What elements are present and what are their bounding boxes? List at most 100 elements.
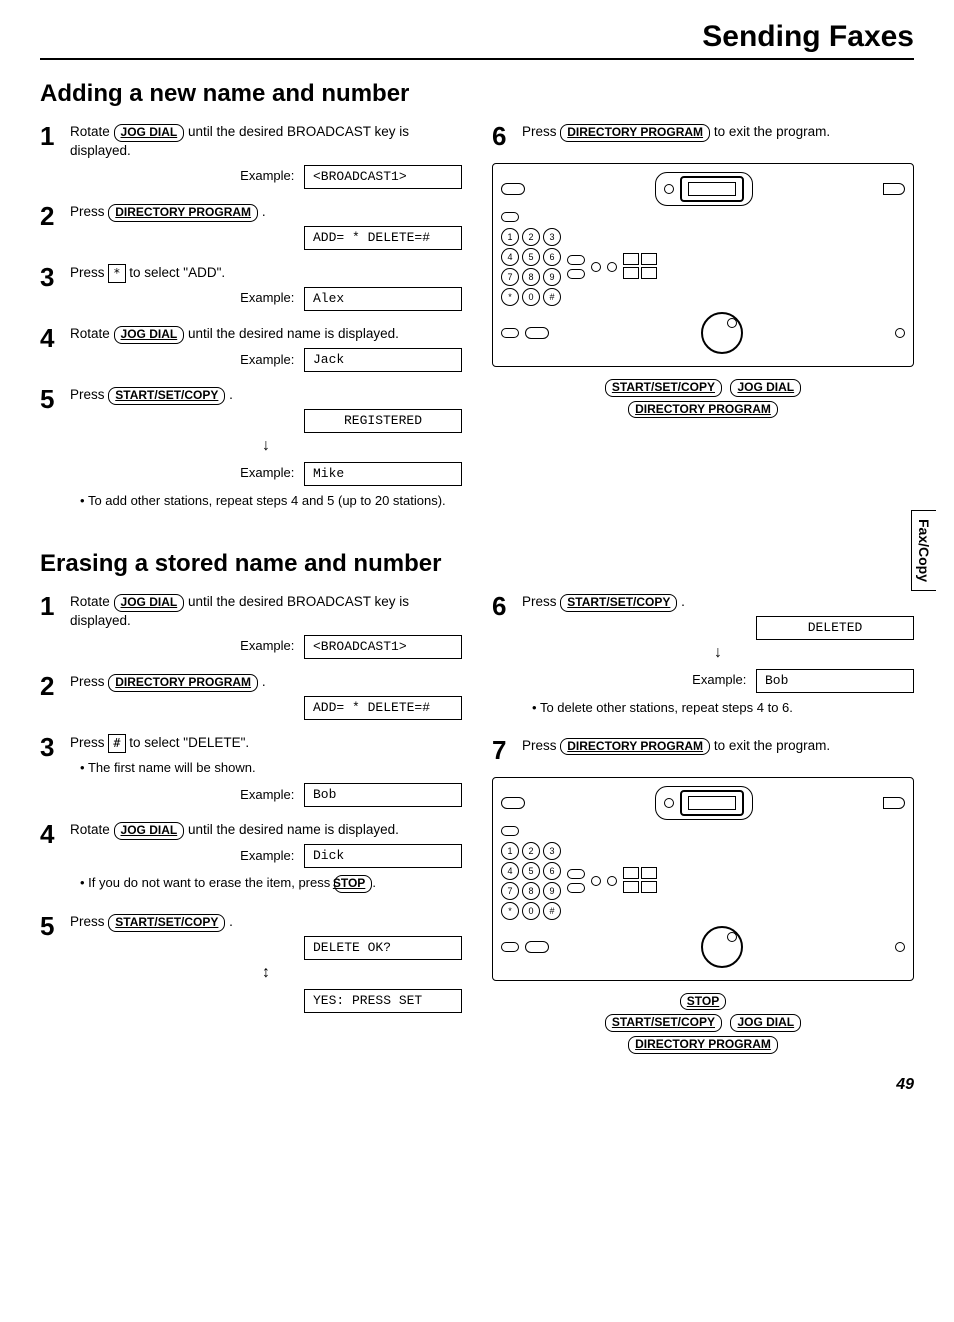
jog-dial-button: JOG DIAL — [114, 124, 185, 142]
directory-program-label: DIRECTORY PROGRAM — [628, 401, 778, 419]
button-icon — [567, 269, 585, 279]
led-icon — [895, 942, 905, 952]
add-step-6: 6 Press DIRECTORY PROGRAM to exit the pr… — [492, 123, 914, 149]
text: Press — [70, 735, 108, 750]
text: Press — [70, 265, 108, 280]
erase-step-1: 1 Rotate JOG DIAL until the desired BROA… — [40, 593, 462, 659]
example-label: Example: — [692, 672, 746, 687]
led-icon — [607, 876, 617, 886]
lcd-display: Bob — [304, 783, 462, 807]
speaker-icon — [883, 797, 905, 809]
text: Press — [70, 914, 108, 929]
star-key: * — [108, 264, 125, 283]
lcd-display: DELETED — [756, 616, 914, 640]
text: Press — [70, 674, 108, 689]
add-step-4: 4 Rotate JOG DIAL until the desired name… — [40, 325, 462, 372]
add-step-5: 5 Press START/SET/COPY . REGISTERED ↓ Ex… — [40, 386, 462, 516]
text: Rotate — [70, 124, 114, 139]
erase-step-6: 6 Press START/SET/COPY . DELETED ↓ Examp… — [492, 593, 914, 723]
jog-dial-label: JOG DIAL — [730, 379, 801, 397]
text: . — [262, 674, 266, 689]
lcd-display: YES: PRESS SET — [304, 989, 462, 1013]
text: to select "DELETE". — [129, 735, 249, 750]
directory-program-button: DIRECTORY PROGRAM — [108, 204, 258, 222]
bullet-note: • If you do not want to erase the item, … — [80, 874, 462, 893]
jog-dial-button: JOG DIAL — [114, 326, 185, 344]
lcd-display: Bob — [756, 669, 914, 693]
button-icon — [567, 869, 585, 879]
add-step-1: 1 Rotate JOG DIAL until the desired BROA… — [40, 123, 462, 189]
led-icon — [607, 262, 617, 272]
lcd-display: Dick — [304, 844, 462, 868]
start-set-copy-button: START/SET/COPY — [108, 387, 225, 405]
led-icon — [895, 328, 905, 338]
text: to exit the program. — [714, 738, 830, 753]
page-header: Sending Faxes — [40, 20, 914, 60]
lcd-display: REGISTERED — [304, 409, 462, 433]
button-icon — [501, 212, 519, 222]
example-label: Example: — [240, 168, 294, 183]
section-erasing-title: Erasing a stored name and number — [40, 550, 914, 578]
example-label: Example: — [240, 787, 294, 802]
hash-key: # — [108, 734, 125, 753]
text: . — [229, 914, 233, 929]
led-icon — [591, 262, 601, 272]
jog-dial-button: JOG DIAL — [114, 822, 185, 840]
directory-program-button: DIRECTORY PROGRAM — [560, 124, 710, 142]
device-label-row: STOP START/SET/COPY JOG DIAL DIRECTORY P… — [492, 991, 914, 1056]
start-set-copy-label: START/SET/COPY — [605, 379, 722, 397]
add-step-2: 2 Press DIRECTORY PROGRAM . ADD= * DELET… — [40, 203, 462, 250]
button-icon — [567, 255, 585, 265]
button-icon — [567, 883, 585, 893]
text: until the desired name is displayed. — [188, 326, 399, 341]
lcd-display: DELETE OK? — [304, 936, 462, 960]
text: until the desired name is displayed. — [188, 822, 399, 837]
lcd-display: ADD= * DELETE=# — [304, 696, 462, 720]
example-label: Example: — [240, 848, 294, 863]
keypad: 123 456 789 *0# — [501, 226, 561, 308]
down-arrow-icon: ↓ — [70, 435, 462, 457]
directory-program-button: DIRECTORY PROGRAM — [560, 738, 710, 756]
stop-button-icon — [525, 941, 549, 953]
example-label: Example: — [240, 290, 294, 305]
led-icon — [591, 876, 601, 886]
erase-step-5: 5 Press START/SET/COPY . DELETE OK? ↕ YE… — [40, 913, 462, 1013]
lcd-display: Mike — [304, 462, 462, 486]
lcd-display: ADD= * DELETE=# — [304, 226, 462, 250]
text: . — [229, 387, 233, 402]
bullet-note: • To delete other stations, repeat steps… — [532, 699, 914, 717]
erase-step-4: 4 Rotate JOG DIAL until the desired name… — [40, 821, 462, 899]
example-label: Example: — [240, 638, 294, 653]
text: to exit the program. — [714, 124, 830, 139]
lcd-screen-icon — [680, 176, 744, 202]
text: . — [681, 594, 685, 609]
keypad: 123 456 789 *0# — [501, 840, 561, 922]
button-icon — [501, 942, 519, 952]
speed-dial-block — [623, 867, 657, 895]
add-step-3: 3 Press * to select "ADD". Example: Alex — [40, 264, 462, 311]
text: Rotate — [70, 326, 114, 341]
stop-button: STOP — [334, 875, 372, 893]
device-diagram: 123 456 789 *0# — [492, 163, 914, 367]
text: to select "ADD". — [129, 265, 225, 280]
led-icon — [664, 798, 674, 808]
side-tab-faxcopy: Fax/Copy — [911, 510, 936, 591]
text: Press — [70, 387, 108, 402]
button-icon — [501, 826, 519, 836]
start-set-copy-button: START/SET/COPY — [560, 594, 677, 612]
bullet-note: • The first name will be shown. — [80, 759, 462, 777]
erase-step-2: 2 Press DIRECTORY PROGRAM . ADD= * DELET… — [40, 673, 462, 720]
text: Press — [70, 204, 108, 219]
button-icon — [501, 797, 525, 809]
erase-step-7: 7 Press DIRECTORY PROGRAM to exit the pr… — [492, 737, 914, 763]
jog-dial-button: JOG DIAL — [114, 594, 185, 612]
start-set-copy-label: START/SET/COPY — [605, 1014, 722, 1032]
text: Press — [522, 738, 560, 753]
led-icon — [664, 184, 674, 194]
lcd-display: Alex — [304, 287, 462, 311]
lcd-screen-icon — [680, 790, 744, 816]
section-adding-title: Adding a new name and number — [40, 80, 914, 108]
erase-step-3: 3 Press # to select "DELETE". • The firs… — [40, 734, 462, 807]
text: Rotate — [70, 822, 114, 837]
text: Rotate — [70, 594, 114, 609]
